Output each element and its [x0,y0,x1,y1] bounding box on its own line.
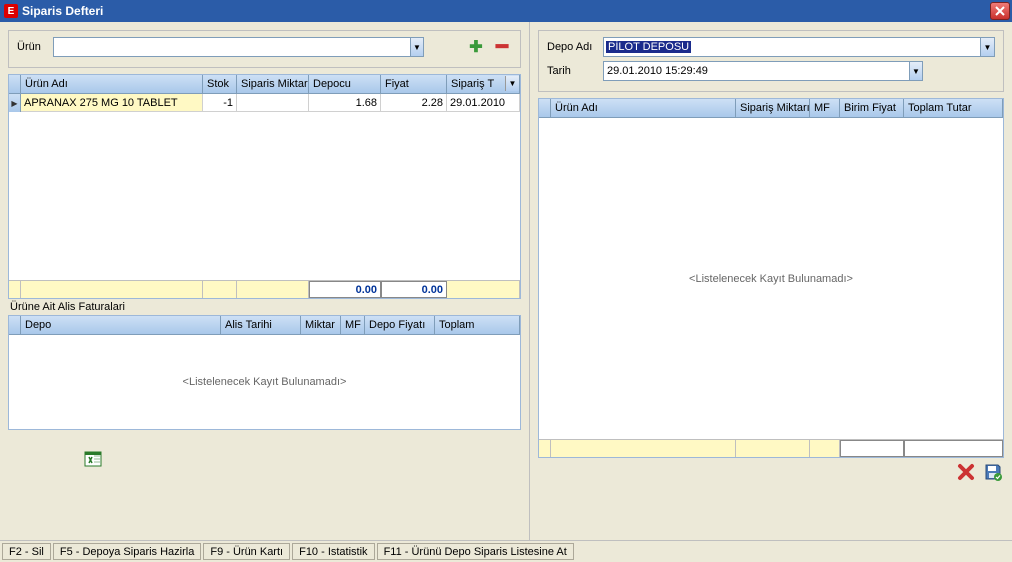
col2-mf[interactable]: MF [341,316,365,334]
app-icon: E [4,4,18,18]
remove-button[interactable]: ━ [492,37,512,57]
invoices-empty-message: <Listelenecek Kayıt Bulunamadı> [183,376,347,388]
tarih-input[interactable] [603,61,909,81]
save-disk-icon [984,463,1002,481]
titlebar: E Siparis Defteri [0,0,1012,22]
col2-depo[interactable]: Depo [21,316,221,334]
depo-select[interactable]: PİLOT DEPOSU [603,37,981,57]
plus-icon: ✚ [469,37,482,57]
urun-input[interactable] [53,37,410,57]
row-indicator-icon: ▶ [9,94,21,112]
col-fiyat[interactable]: Fiyat [381,75,447,93]
invoices-section-label: Ürüne Ait Alis Faturalari [8,299,521,315]
col-depocu[interactable]: Depocu [309,75,381,93]
depo-value: PİLOT DEPOSU [606,41,691,53]
col2-miktar[interactable]: Miktar [301,316,341,334]
col-stok[interactable]: Stok [203,75,237,93]
col-dropdown-icon[interactable]: ▼ [505,76,519,91]
col2-depo-fiyati[interactable]: Depo Fiyatı [365,316,435,334]
status-f5[interactable]: F5 - Depoya Siparis Hazirla [53,543,202,560]
col-siparis-miktari[interactable]: Siparis Miktarı [237,75,309,93]
depot-orders-grid[interactable]: Ürün Adı Sipariş Miktarı MF Birim Fiyat … [538,98,1004,458]
status-f11[interactable]: F11 - Ürünü Depo Siparis Listesine At [377,543,574,560]
rfooter-toplam [904,440,1003,457]
add-button[interactable]: ✚ [466,37,486,57]
col-siparis-tarih[interactable]: Sipariş T ▼ [447,75,520,93]
urun-label: Ürün [17,41,47,53]
export-excel-button[interactable] [84,450,102,471]
rcol-birim-fiyat[interactable]: Birim Fiyat [840,99,904,117]
cell-tarih: 29.01.2010 [447,94,520,112]
col2-toplam[interactable]: Toplam [435,316,520,334]
urun-dropdown-arrow[interactable]: ▼ [410,37,424,57]
status-f10[interactable]: F10 - Istatistik [292,543,374,560]
rcol-toplam-tutar[interactable]: Toplam Tutar [904,99,1003,117]
table-row[interactable]: ▶ APRANAX 275 MG 10 TABLET -1 1.68 2.28 … [9,94,520,112]
save-button[interactable] [984,463,1002,484]
depot-orders-empty-message: <Listelenecek Kayıt Bulunamadı> [689,273,853,285]
invoices-grid[interactable]: Depo Alis Tarihi Miktar MF Depo Fiyatı T… [8,315,521,430]
tarih-dropdown-arrow[interactable]: ▼ [909,61,923,81]
footer-depocu-total: 0.00 [309,281,381,298]
status-f2[interactable]: F2 - Sil [2,543,51,560]
cell-urun: APRANAX 275 MG 10 TABLET [21,94,203,112]
rcol-urun-adi[interactable]: Ürün Adı [551,99,736,117]
cell-stok: -1 [203,94,237,112]
col2-alis-tarihi[interactable]: Alis Tarihi [221,316,301,334]
rfooter-birim-total [840,440,904,457]
status-f9[interactable]: F9 - Ürün Kartı [203,543,290,560]
cell-fiyat: 2.28 [381,94,447,112]
depo-dropdown-arrow[interactable]: ▼ [981,37,995,57]
cell-depocu: 1.68 [309,94,381,112]
depo-label: Depo Adı [547,41,597,53]
cell-miktar [237,94,309,112]
rcol-mf[interactable]: MF [810,99,840,117]
delete-x-icon [956,462,976,482]
tarih-label: Tarih [547,65,597,77]
footer-fiyat-total: 0.00 [381,281,447,298]
window-title: Siparis Defteri [22,4,103,18]
orders-grid[interactable]: Ürün Adı Stok Siparis Miktarı Depocu Fiy… [8,74,521,299]
col-urun-adi[interactable]: Ürün Adı [21,75,203,93]
delete-button[interactable] [956,462,976,485]
status-bar: F2 - Sil F5 - Depoya Siparis Hazirla F9 … [0,540,1012,562]
excel-icon [84,450,102,468]
close-button[interactable] [990,2,1010,20]
rcol-siparis-miktari[interactable]: Sipariş Miktarı [736,99,810,117]
